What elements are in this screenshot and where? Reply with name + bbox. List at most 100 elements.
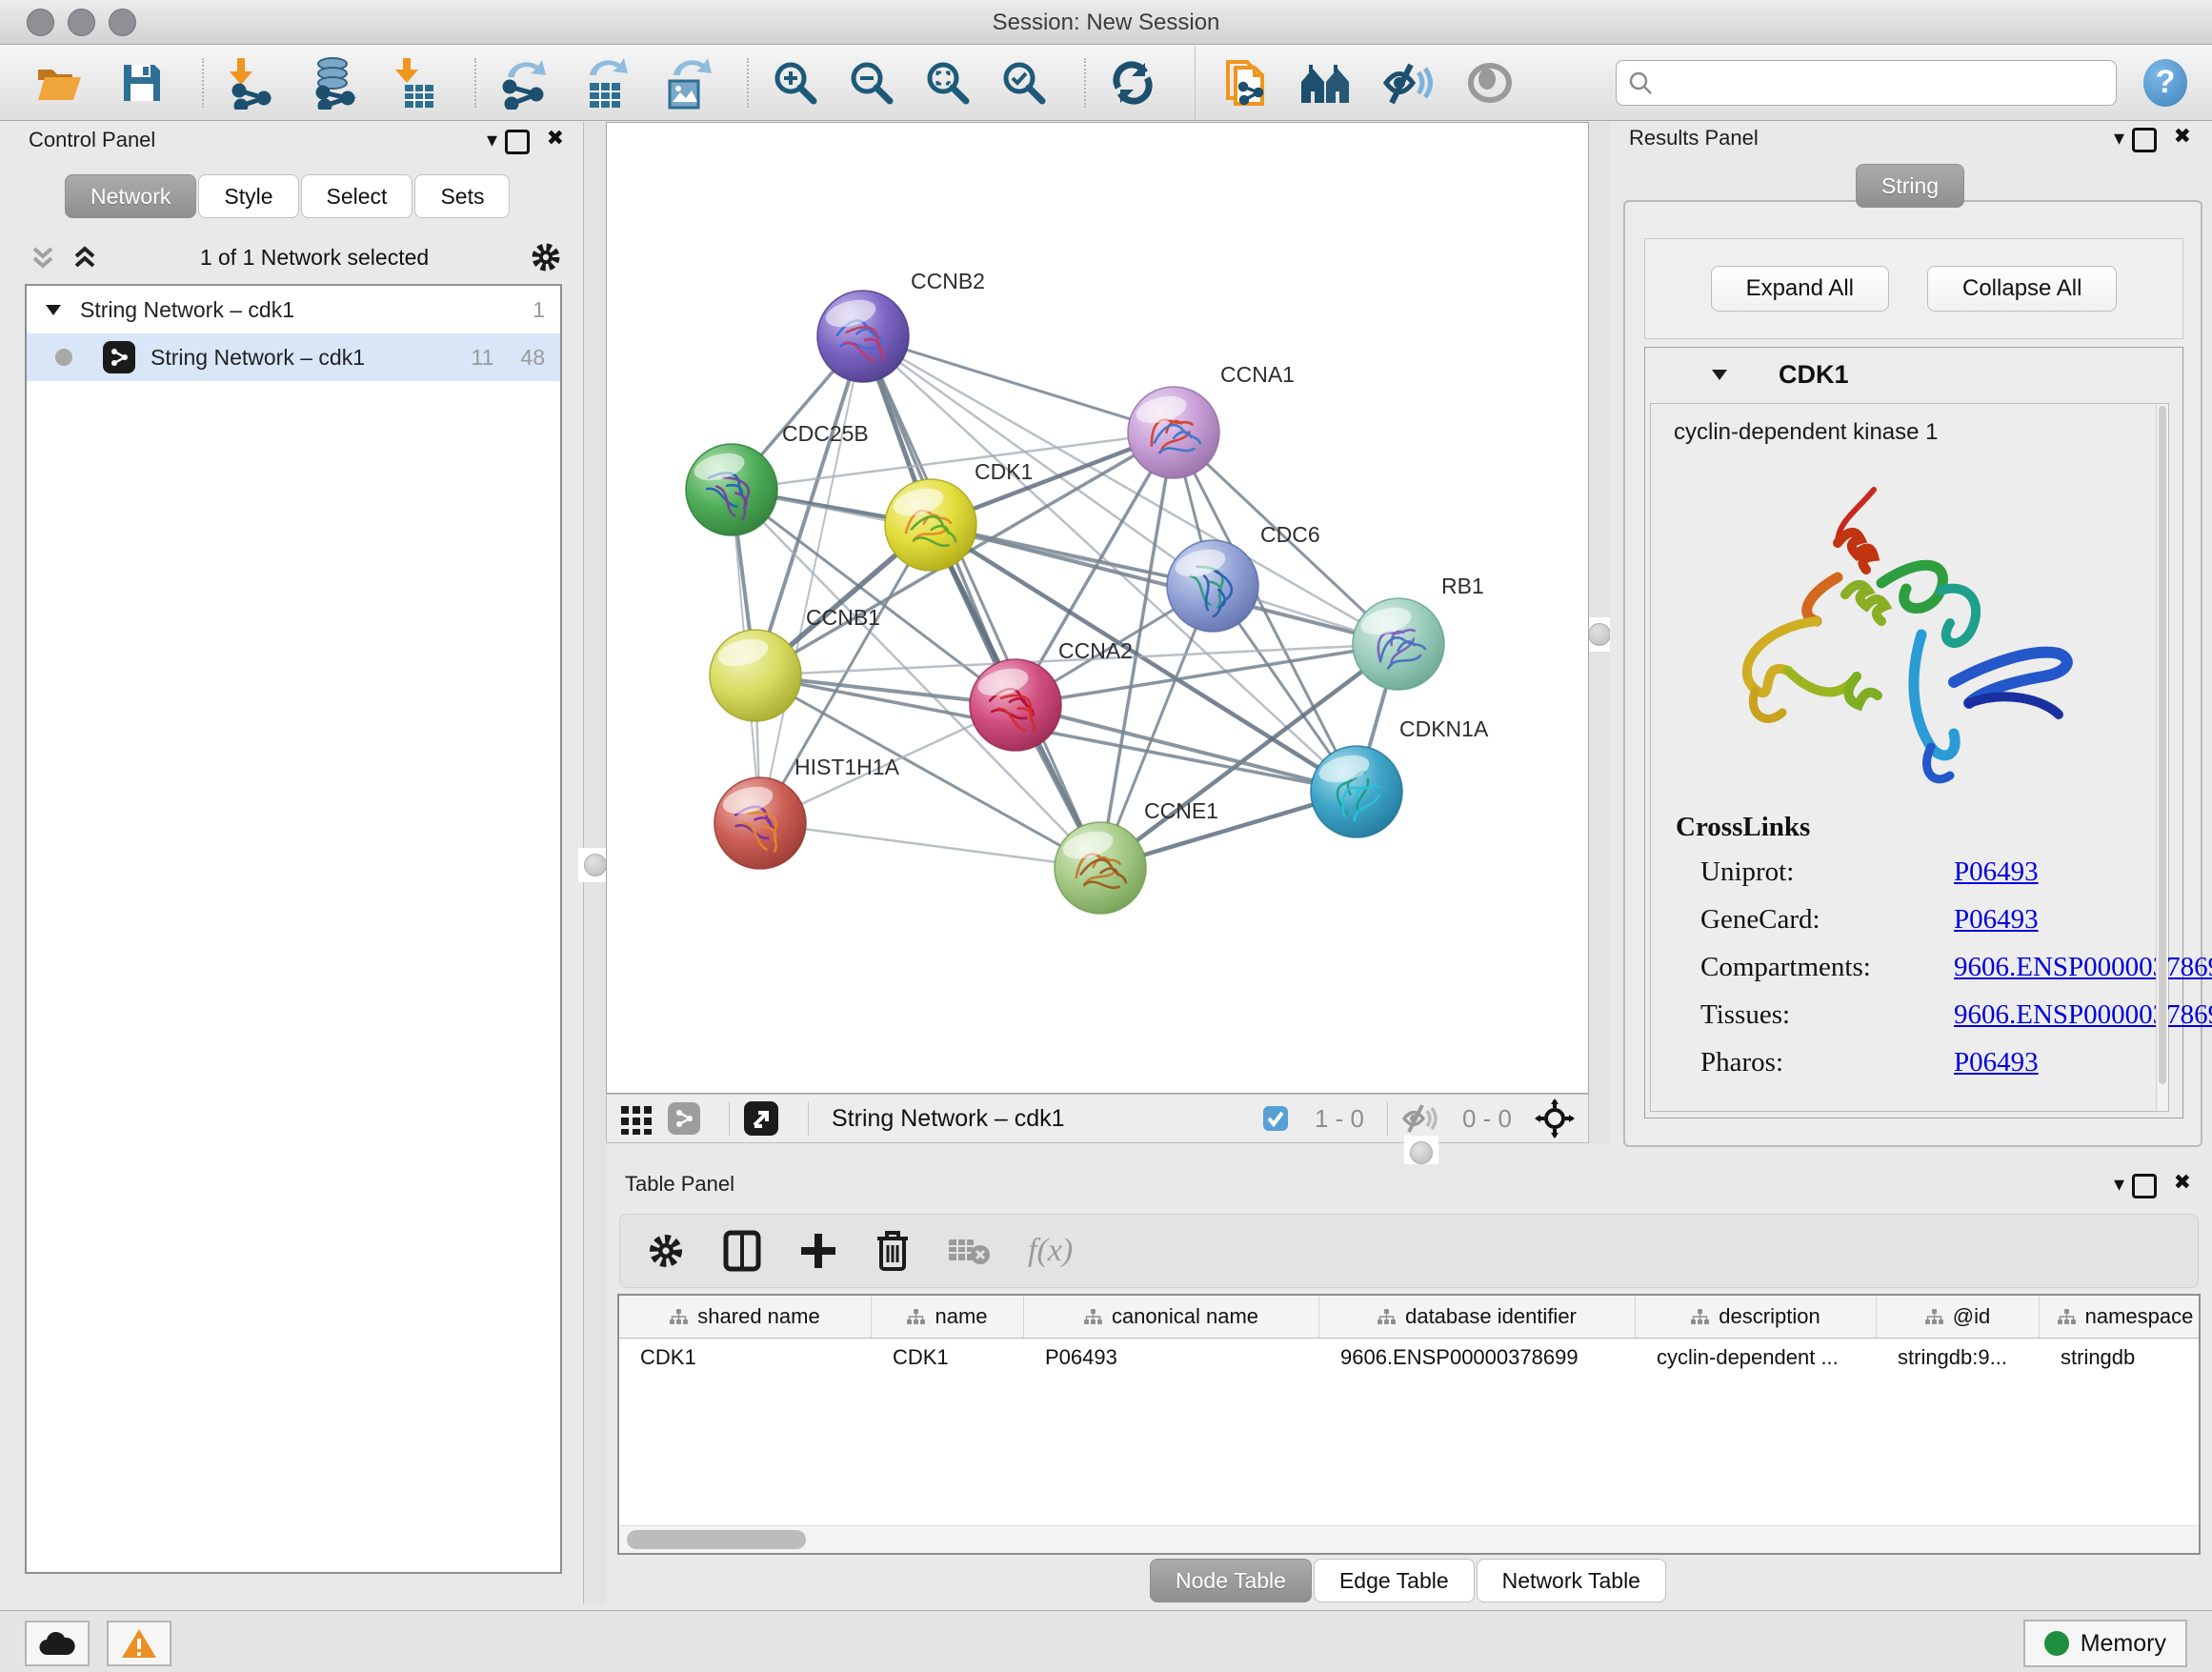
clone-network-icon[interactable]: [1217, 54, 1272, 111]
crosslink-link[interactable]: 9606.ENSP00000378699: [1954, 952, 2212, 982]
tab-string[interactable]: String: [1856, 164, 1964, 208]
add-column-icon[interactable]: [799, 1232, 837, 1270]
collapse-all-button[interactable]: Collapse All: [1927, 266, 2117, 312]
zoom-out-icon[interactable]: [844, 54, 899, 111]
network-node-CDKN1A[interactable]: CDKN1A: [1311, 716, 1489, 837]
expand-all-icon[interactable]: [70, 243, 99, 272]
tab-node-table[interactable]: Node Table: [1150, 1559, 1312, 1602]
show-all-eye-icon[interactable]: [1462, 54, 1518, 111]
tab-select[interactable]: Select: [301, 174, 413, 218]
results-panel-menu-icon[interactable]: ▾: [2114, 128, 2124, 149]
zoom-in-icon[interactable]: [768, 54, 823, 111]
table-cell[interactable]: CDK1: [619, 1339, 872, 1377]
column-header-namespace[interactable]: namespace: [2040, 1296, 2201, 1338]
fit-selected-crosshair-icon[interactable]: [1535, 1098, 1575, 1138]
birdseye-grid-icon[interactable]: [620, 1102, 653, 1135]
selected-checkbox-icon[interactable]: [1261, 1104, 1290, 1133]
apply-style-refresh-icon[interactable]: [1105, 54, 1160, 111]
table-cell[interactable]: CDK1: [872, 1339, 1024, 1377]
table-panel-close-icon[interactable]: ✖: [2174, 1172, 2191, 1193]
hidden-eye-slash-icon[interactable]: [1401, 1102, 1438, 1135]
table-panel-menu-icon[interactable]: ▾: [2114, 1174, 2124, 1195]
table-cell[interactable]: P06493: [1024, 1339, 1319, 1377]
control-panel-menu-icon[interactable]: ▾: [487, 130, 497, 151]
import-network-database-icon[interactable]: [305, 54, 360, 111]
column-header-@id[interactable]: @id: [1877, 1296, 2040, 1338]
save-session-icon[interactable]: [114, 54, 170, 111]
hide-selected-eye-slash-icon[interactable]: [1380, 54, 1436, 111]
crosslink-link[interactable]: 9606.ENSP00000378699: [1954, 999, 2212, 1030]
table-options-gear-icon[interactable]: [647, 1232, 685, 1270]
network-node-HIST1H1A[interactable]: HIST1H1A: [714, 755, 900, 869]
search-input[interactable]: [1662, 71, 2104, 94]
column-header-description[interactable]: description: [1636, 1296, 1877, 1338]
network-node-CDK1[interactable]: CDK1: [885, 459, 1033, 571]
tab-style[interactable]: Style: [198, 174, 298, 218]
export-table-icon[interactable]: [577, 54, 633, 111]
tab-network-table[interactable]: Network Table: [1477, 1559, 1666, 1602]
crosslink-link[interactable]: P06493: [1954, 1047, 2039, 1078]
crosslink-link[interactable]: P06493: [1954, 904, 2039, 935]
network-node-CDC6[interactable]: CDC6: [1167, 522, 1320, 632]
network-node-CCNB1[interactable]: CCNB1: [710, 605, 880, 721]
function-builder-icon[interactable]: f(x): [1028, 1233, 1073, 1269]
collapse-all-icon[interactable]: [29, 243, 57, 272]
table-panel-float-icon[interactable]: [2132, 1174, 2157, 1203]
tab-sets[interactable]: Sets: [414, 174, 510, 218]
network-canvas[interactable]: CCNB2CCNA1CDC25BCDK1CDC6RB1CCNB1CCNA2CDK…: [606, 122, 1589, 1094]
search-field[interactable]: [1616, 60, 2117, 106]
table-horizontal-scrollbar[interactable]: [619, 1525, 2199, 1553]
network-node-CCNA1[interactable]: CCNA1: [1128, 362, 1295, 478]
table-cell[interactable]: cyclin-dependent ...: [1636, 1339, 1877, 1377]
tab-network[interactable]: Network: [65, 174, 196, 218]
network-options-gear-icon[interactable]: [530, 241, 562, 273]
column-header-database-identifier[interactable]: database identifier: [1319, 1296, 1636, 1338]
results-scrollbar[interactable]: [2156, 404, 2168, 1111]
column-header-canonical-name[interactable]: canonical name: [1024, 1296, 1319, 1338]
open-session-icon[interactable]: [32, 54, 88, 111]
delete-column-icon[interactable]: [875, 1230, 910, 1272]
gene-card-header[interactable]: CDK1: [1645, 348, 2182, 401]
table-cell[interactable]: stringdb: [2040, 1339, 2201, 1377]
table-scrollbar-thumb[interactable]: [627, 1530, 806, 1549]
show-columns-icon[interactable]: [723, 1230, 761, 1272]
table-cell[interactable]: stringdb:9...: [1877, 1339, 2040, 1377]
tab-edge-table[interactable]: Edge Table: [1314, 1559, 1475, 1602]
column-header-shared-name[interactable]: shared name: [619, 1296, 872, 1338]
results-panel-float-icon[interactable]: [2132, 128, 2157, 157]
crosslink-link[interactable]: P06493: [1954, 856, 2039, 887]
network-edge-CCNB2-CCNE1[interactable]: [863, 336, 1100, 868]
first-neighbors-icon[interactable]: [1298, 54, 1354, 111]
node-table[interactable]: shared namenamecanonical namedatabase id…: [617, 1294, 2201, 1555]
control-panel-close-icon[interactable]: ✖: [547, 128, 564, 149]
results-panel-close-icon[interactable]: ✖: [2174, 126, 2191, 147]
expand-all-button[interactable]: Expand All: [1711, 266, 1889, 312]
network-edge-CCNE1-HIST1H1A[interactable]: [760, 823, 1100, 868]
network-edge-CCNB2-CCNA1[interactable]: [863, 336, 1174, 433]
import-network-file-icon[interactable]: [223, 54, 278, 111]
network-edge-CCNB2-HIST1H1A[interactable]: [760, 336, 863, 823]
zoom-fit-icon[interactable]: [920, 54, 975, 111]
memory-button[interactable]: Memory: [2023, 1620, 2187, 1667]
network-edge-CDK1-RB1[interactable]: [931, 525, 1398, 644]
control-panel-float-icon[interactable]: [505, 130, 530, 159]
right-splitter[interactable]: [1587, 122, 1612, 1157]
help-icon[interactable]: ?: [2143, 59, 2187, 107]
export-network-icon[interactable]: [495, 54, 551, 111]
cloud-status-button[interactable]: [25, 1621, 90, 1666]
export-image-icon[interactable]: [659, 54, 714, 111]
table-cell[interactable]: 9606.ENSP00000378699: [1319, 1339, 1636, 1377]
zoom-selected-icon[interactable]: [996, 54, 1052, 111]
warnings-button[interactable]: [107, 1621, 171, 1666]
string-view-icon[interactable]: [668, 1102, 700, 1135]
table-row[interactable]: CDK1CDK1P064939606.ENSP00000378699cyclin…: [619, 1339, 2199, 1377]
gene-card-collapse-icon[interactable]: [1710, 367, 1729, 382]
column-header-name[interactable]: name: [872, 1296, 1024, 1338]
left-splitter[interactable]: [583, 122, 608, 1604]
network-node-RB1[interactable]: RB1: [1353, 574, 1484, 690]
network-collection-row[interactable]: String Network – cdk1 1: [27, 286, 560, 333]
delete-table-icon[interactable]: [948, 1236, 990, 1266]
network-node-CCNE1[interactable]: CCNE1: [1055, 798, 1218, 914]
detach-view-icon[interactable]: [743, 1100, 779, 1137]
collection-expand-icon[interactable]: [44, 302, 63, 317]
